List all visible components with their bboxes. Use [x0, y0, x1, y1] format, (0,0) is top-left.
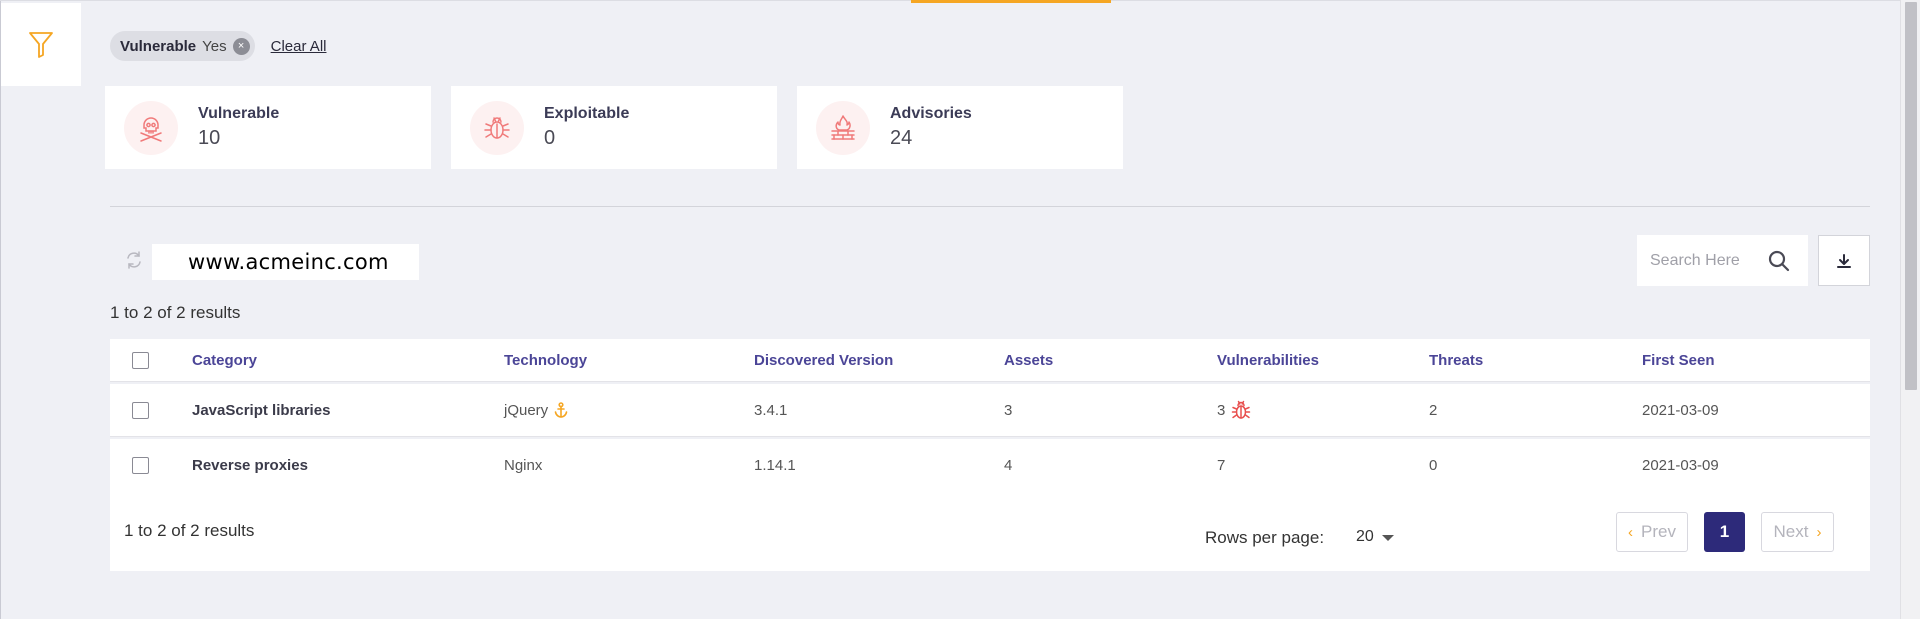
next-label: Next — [1773, 522, 1809, 541]
chevron-left-icon: ‹ — [1628, 523, 1634, 541]
card-label: Exploitable — [544, 105, 630, 122]
next-page-button[interactable]: Next › — [1761, 512, 1834, 552]
bug-icon — [1232, 400, 1251, 419]
cell-threats: 0 — [1429, 456, 1438, 474]
card-value: 24 — [890, 127, 913, 149]
anchor-icon — [554, 402, 568, 418]
download-icon — [1837, 253, 1851, 268]
domain-label: www.acmeinc.com — [152, 244, 419, 280]
cell-assets: 3 — [1004, 401, 1013, 419]
row-select-cell — [110, 401, 192, 419]
active-filters: Vulnerable Yes × Clear All — [110, 31, 326, 61]
row-checkbox[interactable] — [132, 401, 149, 419]
cell-vulnerabilities: 3 — [1217, 399, 1429, 421]
scrollbar-thumb[interactable] — [1905, 2, 1917, 390]
section-divider — [110, 206, 1870, 207]
card-advisories[interactable]: Advisories 24 — [797, 86, 1123, 169]
filter-toggle-button[interactable] — [1, 3, 81, 86]
card-text: Vulnerable 10 — [198, 105, 279, 150]
cell-first-seen: 2021-03-09 — [1642, 456, 1719, 474]
page-button-current[interactable]: 1 — [1704, 512, 1745, 552]
cell-assets: 4 — [1004, 456, 1013, 474]
card-label: Advisories — [890, 105, 972, 122]
technologies-table: Category Technology Discovered Version A… — [110, 339, 1870, 492]
page-border — [0, 0, 1, 619]
skull-crossbones-icon — [140, 116, 162, 142]
row-select-cell — [110, 456, 192, 474]
table-row[interactable]: Reverse proxies Nginx 1.14.1 4 7 0 2021-… — [110, 439, 1870, 492]
table-header: Category Technology Discovered Version A… — [110, 339, 1870, 382]
download-button[interactable] — [1818, 235, 1870, 286]
card-icon-wrap — [816, 100, 870, 155]
filter-chip-key: Vulnerable — [120, 37, 197, 55]
rows-per-page-label: Rows per page: — [1205, 528, 1325, 547]
cell-first-seen: 2021-03-09 — [1642, 401, 1719, 419]
column-header-first-seen[interactable]: First Seen — [1642, 352, 1842, 369]
column-header-technology[interactable]: Technology — [504, 352, 754, 369]
select-all-checkbox[interactable] — [132, 351, 149, 369]
rows-per-page-value: 20 — [1356, 528, 1374, 545]
select-all-cell — [110, 351, 192, 369]
filter-icon — [29, 31, 53, 58]
column-header-discovered-version[interactable]: Discovered Version — [754, 352, 1004, 369]
cell-category: JavaScript libraries — [192, 401, 331, 419]
active-tab-indicator — [911, 0, 1111, 3]
card-text: Advisories 24 — [890, 105, 972, 150]
cell-technology: jQuery — [504, 402, 754, 419]
results-count: 1 to 2 of 2 results — [110, 303, 241, 322]
firewall-icon — [831, 114, 855, 140]
technology-name: jQuery — [504, 401, 549, 419]
row-checkbox[interactable] — [132, 456, 149, 474]
card-label: Vulnerable — [198, 105, 280, 122]
table-footer: 1 to 2 of 2 results Rows per page: 20 ‹ … — [110, 491, 1870, 571]
card-value: 10 — [198, 127, 221, 149]
search-icon[interactable] — [1768, 250, 1790, 272]
cell-version: 3.4.1 — [754, 401, 788, 419]
vertical-scrollbar[interactable] — [1900, 0, 1920, 619]
vulnerabilities-count: 3 — [1217, 401, 1226, 419]
column-header-category[interactable]: Category — [192, 352, 504, 369]
close-icon[interactable]: × — [232, 37, 250, 55]
clear-all-link[interactable]: Clear All — [271, 38, 327, 55]
card-vulnerable[interactable]: Vulnerable 10 — [105, 86, 431, 169]
refresh-icon[interactable] — [124, 250, 144, 270]
cell-category: Reverse proxies — [192, 456, 308, 474]
summary-cards: Vulnerable 10 Exploitable 0 Advisories 2… — [105, 86, 1123, 169]
column-header-threats[interactable]: Threats — [1429, 352, 1642, 369]
search-input[interactable] — [1650, 251, 1768, 270]
column-header-vulnerabilities[interactable]: Vulnerabilities — [1217, 352, 1429, 369]
results-count-footer: 1 to 2 of 2 results — [124, 521, 255, 540]
rows-per-page-select[interactable]: 20 — [1356, 528, 1394, 546]
prev-page-button[interactable]: ‹ Prev — [1616, 512, 1688, 552]
card-icon-wrap — [124, 100, 178, 155]
cell-vulnerabilities: 7 — [1217, 456, 1226, 474]
card-exploitable[interactable]: Exploitable 0 — [451, 86, 777, 169]
filter-chip-value: Yes — [202, 37, 227, 55]
card-icon-wrap — [470, 100, 524, 155]
cell-threats: 2 — [1429, 401, 1438, 419]
bug-icon — [484, 116, 510, 139]
card-value: 0 — [544, 127, 556, 149]
table-row[interactable]: JavaScript libraries jQuery 3.4.1 3 3 2 … — [110, 384, 1870, 437]
column-header-assets[interactable]: Assets — [1004, 352, 1217, 369]
filter-chip-vulnerable: Vulnerable Yes × — [110, 31, 255, 61]
chevron-right-icon: › — [1816, 523, 1822, 541]
card-text: Exploitable 0 — [544, 105, 629, 150]
cell-version: 1.14.1 — [754, 456, 796, 474]
chevron-down-icon — [1381, 535, 1394, 541]
cell-technology: Nginx — [504, 456, 543, 474]
search-box — [1637, 235, 1808, 286]
prev-label: Prev — [1641, 522, 1676, 541]
